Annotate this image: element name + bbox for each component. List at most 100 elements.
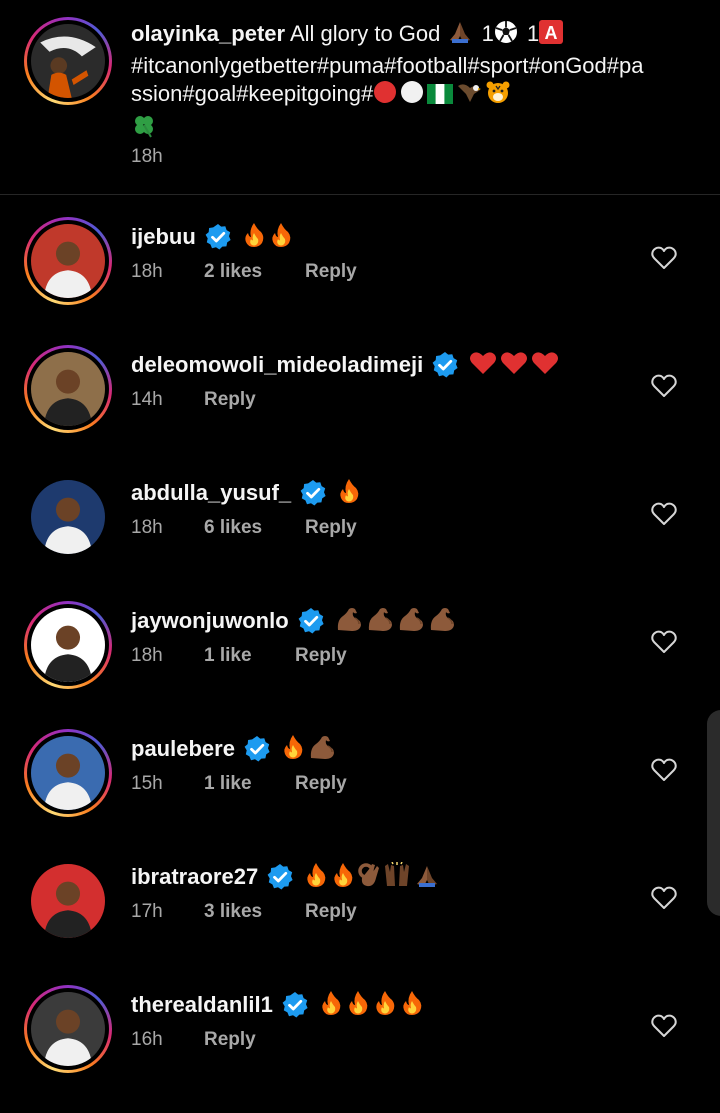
flexed-biceps-icon [397, 606, 425, 636]
commenter-username[interactable]: deleomowoli_mideoladimeji [131, 352, 423, 378]
fire-icon [304, 862, 328, 892]
comment-meta: 16h Reply [131, 1029, 256, 1051]
comment-text [319, 990, 427, 1020]
commenter-username[interactable]: jaywonjuwonlo [131, 608, 289, 634]
comment-item: therealdanlil1 16h Reply [0, 985, 720, 1113]
fire-icon [319, 990, 343, 1020]
comment-likes-count[interactable]: 6 likes [204, 517, 305, 539]
verified-badge-icon [431, 351, 459, 379]
fire-icon [242, 222, 266, 252]
scrollbar-handle[interactable] [707, 710, 720, 916]
reply-button[interactable]: Reply [204, 1029, 256, 1051]
like-heart-icon[interactable] [651, 757, 677, 783]
folded-hands-icon [414, 864, 440, 892]
comment-likes-count[interactable]: 1 like [204, 773, 295, 795]
fire-icon [281, 734, 305, 764]
like-heart-icon[interactable] [651, 373, 677, 399]
commenter-avatar[interactable] [24, 345, 112, 433]
flexed-biceps-icon [428, 606, 456, 636]
flexed-biceps-icon [308, 734, 336, 764]
comment-header: ibratraore27 [131, 861, 443, 892]
verified-badge-icon [204, 223, 232, 251]
flexed-biceps-icon [335, 606, 363, 636]
commenter-avatar[interactable] [24, 601, 112, 689]
verified-badge-icon [281, 991, 309, 1019]
comment-item: jaywonjuwonlo 18h 1 like Reply [0, 601, 720, 729]
fire-icon [346, 990, 370, 1020]
caption-text: olayinka_peter All glory to God 1 1A #it… [131, 20, 651, 145]
comment-meta: 14h Reply [131, 389, 256, 411]
comment-text [304, 861, 443, 892]
comment-meta: 18h 2 likes Reply [131, 261, 357, 283]
author-avatar[interactable] [24, 17, 112, 105]
comment-likes-count[interactable]: 2 likes [204, 261, 305, 283]
caption-timestamp: 18h [131, 146, 163, 167]
nigeria-flag-icon [427, 83, 454, 112]
red-heart-icon [500, 350, 528, 380]
comment-meta: 18h 6 likes Reply [131, 517, 357, 539]
like-heart-icon[interactable] [651, 1013, 677, 1039]
reply-button[interactable]: Reply [204, 389, 256, 411]
caption-count-2: 1 [527, 21, 540, 46]
commenter-username[interactable]: paulebere [131, 736, 235, 762]
fire-icon [373, 990, 397, 1020]
comment-item: paulebere 15h 1 like Reply [0, 729, 720, 857]
caption-body: All glory to God [289, 21, 441, 46]
svg-text:A: A [545, 23, 558, 43]
comment-header: therealdanlil1 [131, 990, 427, 1020]
commenter-avatar[interactable] [24, 985, 112, 1073]
reply-button[interactable]: Reply [295, 645, 347, 667]
comment-likes-count[interactable]: 3 likes [204, 901, 305, 923]
reply-button[interactable]: Reply [305, 261, 357, 283]
like-heart-icon[interactable] [651, 629, 677, 655]
commenter-avatar[interactable] [24, 473, 112, 561]
verified-badge-icon [297, 607, 325, 635]
reply-button[interactable]: Reply [305, 517, 357, 539]
verified-badge-icon [243, 735, 271, 763]
comment-header: deleomowoli_mideoladimeji [131, 350, 562, 380]
reply-button[interactable]: Reply [295, 773, 347, 795]
ok-hand-icon [358, 862, 380, 892]
comment-item: ibratraore27 17h 3 likes Reply [0, 857, 720, 985]
letter-a-button-icon: A [539, 20, 564, 52]
comment-likes-count[interactable]: 1 like [204, 645, 295, 667]
fire-icon [337, 478, 361, 508]
comment-timestamp: 15h [131, 773, 163, 794]
fire-icon [331, 862, 355, 892]
raising-hands-icon [383, 861, 411, 892]
soccer-ball-icon [494, 20, 518, 52]
comment-text [337, 478, 364, 508]
flexed-biceps-icon [366, 606, 394, 636]
like-heart-icon[interactable] [651, 245, 677, 271]
post-caption: olayinka_peter All glory to God 1 1A #it… [0, 0, 720, 195]
fire-icon [400, 990, 424, 1020]
verified-badge-icon [299, 479, 327, 507]
red-heart-icon [469, 350, 497, 380]
commenter-username[interactable]: ibratraore27 [131, 864, 258, 890]
fire-icon [269, 222, 293, 252]
comment-meta: 18h 1 like Reply [131, 645, 347, 667]
commenter-username[interactable]: abdulla_yusuf_ [131, 480, 291, 506]
comment-timestamp: 18h [131, 517, 163, 538]
comment-item: deleomowoli_mideoladimeji 14h Reply [0, 345, 720, 473]
commenter-avatar[interactable] [24, 217, 112, 305]
commenter-username[interactable]: ijebuu [131, 224, 196, 250]
caption-username[interactable]: olayinka_peter [131, 21, 285, 46]
commenter-avatar[interactable] [24, 857, 112, 945]
red-heart-icon [531, 350, 559, 380]
like-heart-icon[interactable] [651, 885, 677, 911]
commenter-username[interactable]: therealdanlil1 [131, 992, 273, 1018]
comment-header: jaywonjuwonlo [131, 606, 459, 636]
comment-timestamp: 16h [131, 1029, 163, 1050]
comment-timestamp: 17h [131, 901, 163, 922]
commenter-avatar[interactable] [24, 729, 112, 817]
reply-button[interactable]: Reply [305, 901, 357, 923]
verified-badge-icon [266, 863, 294, 891]
comment-header: ijebuu [131, 222, 296, 252]
comment-meta: 15h 1 like Reply [131, 773, 347, 795]
comment-timestamp: 18h [131, 645, 163, 666]
comment-timestamp: 14h [131, 389, 163, 410]
comment-text [469, 350, 562, 380]
comment-text [335, 606, 459, 636]
like-heart-icon[interactable] [651, 501, 677, 527]
